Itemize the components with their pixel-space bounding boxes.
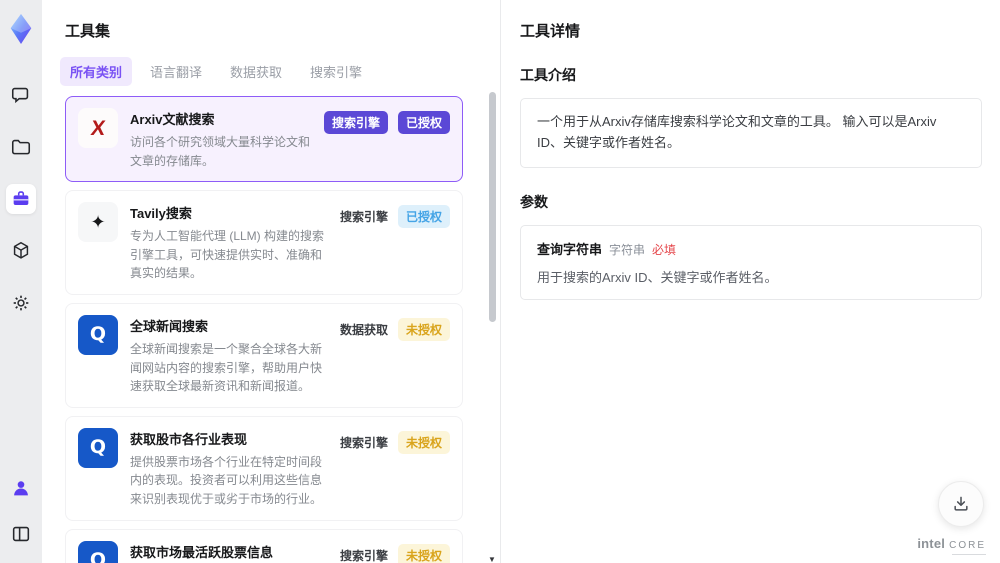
download-icon	[951, 494, 971, 514]
tool-status-badge: 未授权	[397, 317, 450, 341]
category-tabs: 所有类别 语言翻译 数据获取 搜索引擎	[60, 57, 500, 86]
tool-logo-icon: Q	[78, 427, 118, 468]
tool-name: 获取市场最活跃股票信息	[130, 544, 274, 560]
tool-name: 获取股市各行业表现	[130, 431, 248, 447]
tool-card[interactable]: Q 获取市场最活跃股票信息 提供当天交易量最高的股票列表，投资者可以利用这些信息…	[65, 528, 463, 563]
category-tab[interactable]: 搜索引擎	[300, 57, 372, 86]
gear-icon	[10, 292, 32, 314]
tool-description: 全球新闻搜索是一个聚合全球各大新闻网站内容的搜索引擎，帮助用户快速获取全球最新资…	[130, 341, 323, 394]
chat-icon	[10, 84, 32, 106]
param-required-badge: 必填	[652, 242, 677, 257]
intro-box: 一个用于从Arxiv存储库搜索科学论文和文章的工具。 输入可以是Arxiv ID…	[520, 98, 982, 168]
tool-category-label: 搜索引擎	[323, 111, 388, 134]
sidebar-item-panel-toggle[interactable]	[6, 519, 36, 549]
app-logo-icon	[4, 10, 38, 48]
category-tab[interactable]: 数据获取	[220, 57, 292, 86]
tool-name: 全球新闻搜索	[130, 318, 209, 334]
panel-toggle-icon	[10, 523, 32, 545]
tool-logo-icon: Q	[78, 314, 118, 355]
sidebar-item-toolbox[interactable]	[6, 184, 36, 214]
toolset-panel: 工具集 所有类别 语言翻译 数据获取 搜索引擎 X Arxiv文献搜索 访问各个…	[42, 0, 501, 563]
tool-list: X Arxiv文献搜索 访问各个研究领域大量科学论文和文章的存储库。 搜索引擎 …	[65, 96, 477, 563]
param-box: 查询字符串 字符串 必填 用于搜索的Arxiv ID、关键字或作者姓名。	[520, 224, 982, 300]
param-description: 用于搜索的Arxiv ID、关键字或作者姓名。	[537, 269, 778, 285]
tool-card[interactable]: X Arxiv文献搜索 访问各个研究领域大量科学论文和文章的存储库。 搜索引擎 …	[65, 96, 463, 183]
intro-heading: 工具介绍	[520, 67, 576, 83]
tool-name: Tavily搜索	[130, 206, 192, 222]
tool-details-panel: 工具详情 工具介绍 一个用于从Arxiv存储库搜索科学论文和文章的工具。 输入可…	[502, 0, 1000, 563]
tool-status-badge: 未授权	[397, 543, 450, 563]
tool-category-label: 搜索引擎	[339, 210, 388, 225]
intro-text: 一个用于从Arxiv存储库搜索科学论文和文章的工具。 输入可以是Arxiv ID…	[537, 114, 937, 150]
tool-description: 专为人工智能代理 (LLM) 构建的搜索引擎工具，可快速提供实时、准确和真实的结…	[130, 229, 325, 281]
cube-icon	[10, 240, 32, 262]
tool-category-label: 数据获取	[339, 322, 388, 337]
scrollbar-down-arrow[interactable]: ▼	[488, 555, 496, 563]
user-icon	[10, 477, 32, 499]
tool-card[interactable]: Q 全球新闻搜索 全球新闻搜索是一个聚合全球各大新闻网站内容的搜索引擎，帮助用户…	[65, 302, 463, 408]
tool-logo-icon: ✦	[78, 202, 118, 243]
param-name: 查询字符串	[537, 241, 603, 257]
tool-name: Arxiv文献搜索	[130, 112, 215, 127]
tool-description: 提供股票市场各个行业在特定时间段内的表现。投资者可以利用这些信息来识别表现优于或…	[130, 454, 323, 506]
category-tab[interactable]: 语言翻译	[140, 57, 212, 86]
tool-card[interactable]: ✦ Tavily搜索 专为人工智能代理 (LLM) 构建的搜索引擎工具，可快速提…	[65, 190, 463, 295]
tool-category-label: 搜索引擎	[339, 548, 388, 563]
sidebar-item-packages[interactable]	[6, 236, 36, 266]
details-title: 工具详情	[520, 23, 581, 40]
category-tab[interactable]: 所有类别	[60, 57, 133, 86]
intel-core-logo-underline	[952, 554, 986, 555]
scrollbar-thumb[interactable]	[489, 92, 496, 322]
tool-logo-icon: X	[78, 108, 118, 148]
download-button[interactable]	[938, 481, 984, 527]
intel-core-logo: intel core	[917, 536, 986, 551]
page-title: 工具集	[65, 23, 111, 40]
briefcase-icon	[10, 188, 32, 210]
tool-status-badge: 已授权	[397, 205, 450, 229]
params-heading: 参数	[520, 193, 548, 210]
param-type: 字符串	[609, 242, 646, 257]
tool-status-badge: 未授权	[397, 430, 450, 454]
sidebar-item-settings[interactable]	[6, 288, 36, 318]
tool-description: 访问各个研究领域大量科学论文和文章的存储库。	[130, 135, 311, 168]
tool-logo-icon: Q	[78, 540, 118, 563]
tool-card[interactable]: Q 获取股市各行业表现 提供股票市场各个行业在特定时间段内的表现。投资者可以利用…	[65, 415, 463, 521]
tool-status-badge: 已授权	[397, 111, 450, 134]
sidebar-item-files[interactable]	[6, 132, 36, 162]
sidebar-rail	[0, 0, 42, 563]
app-window: 工具集 所有类别 语言翻译 数据获取 搜索引擎 X Arxiv文献搜索 访问各个…	[0, 0, 1000, 563]
tool-category-label: 搜索引擎	[339, 435, 388, 450]
folder-icon	[10, 136, 32, 158]
sidebar-item-account[interactable]	[6, 473, 36, 503]
list-scrollbar[interactable]: ▼	[488, 86, 497, 563]
sidebar-item-chat[interactable]	[6, 80, 36, 110]
